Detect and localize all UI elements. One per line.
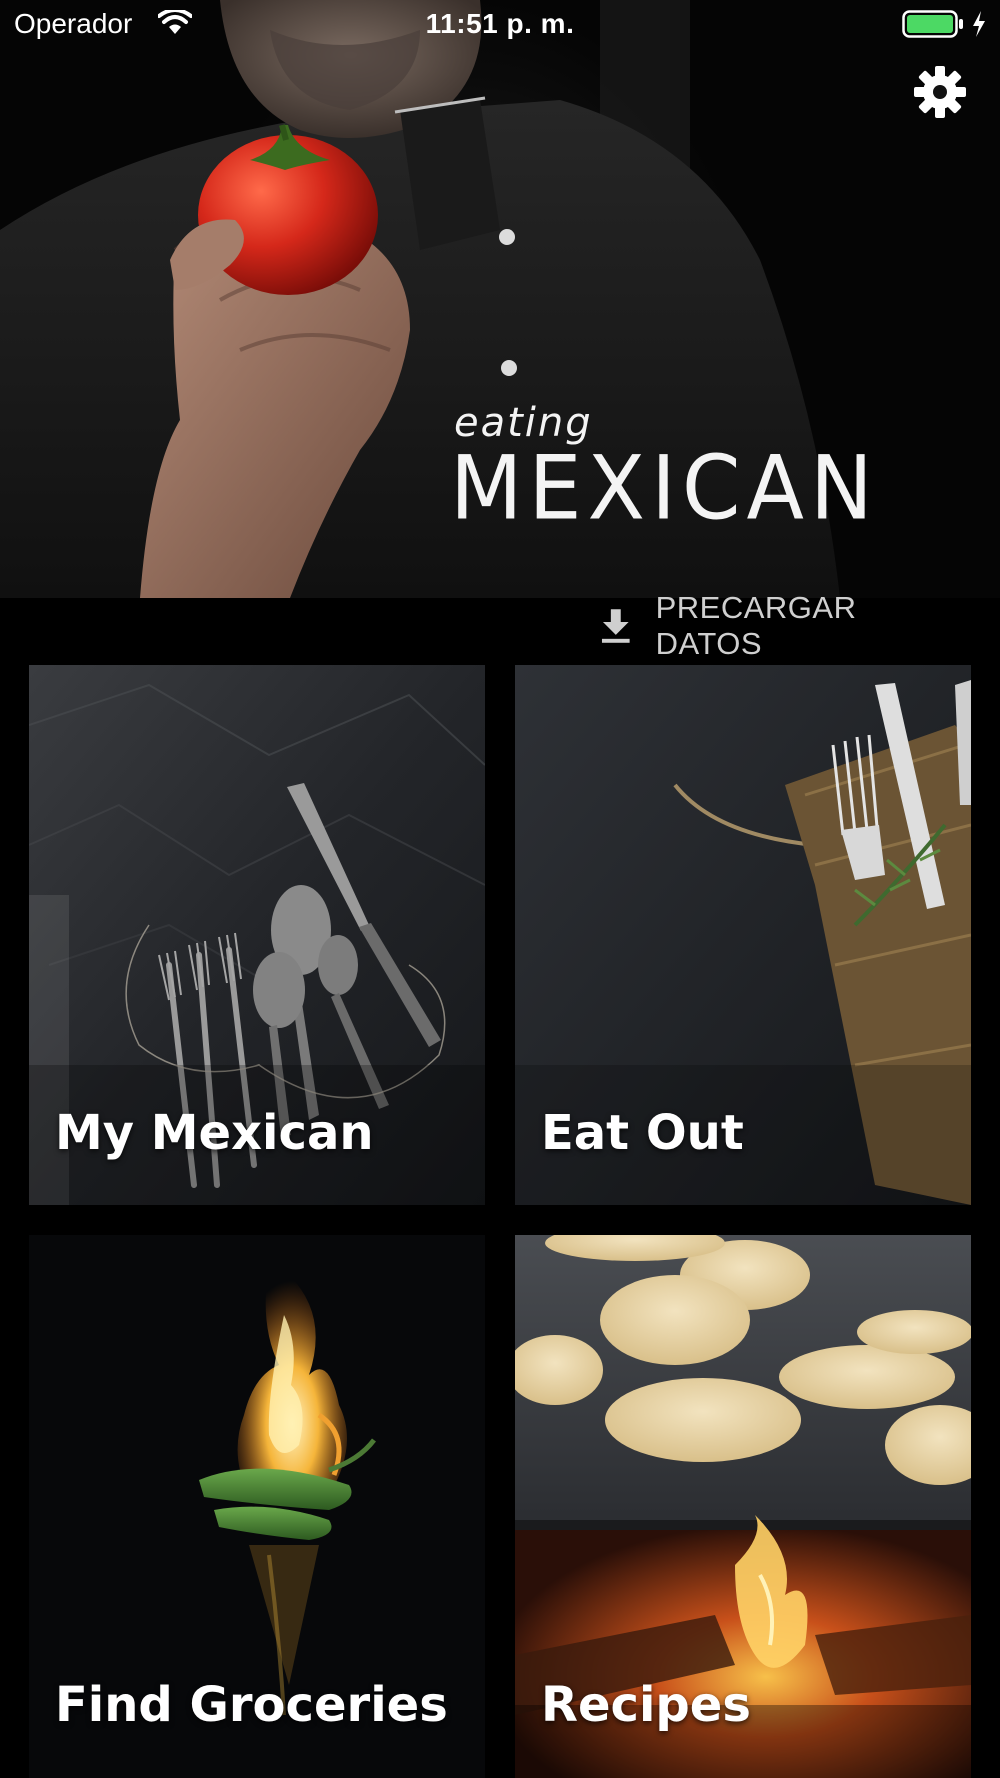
tile-label-my-mexican: My Mexican [55, 1105, 374, 1161]
tile-label-eat-out: Eat Out [541, 1105, 744, 1161]
preload-data-button[interactable]: PRECARGAR DATOS [600, 590, 968, 661]
preload-data-label: PRECARGAR DATOS [655, 590, 857, 661]
tile-my-mexican[interactable]: My Mexican [29, 665, 485, 1205]
logo-mexican-text: MEXICAN [450, 436, 879, 540]
tile-recipes[interactable]: Recipes [515, 1235, 971, 1778]
download-icon [601, 609, 630, 643]
settings-gear-icon[interactable] [912, 64, 968, 120]
tile-eat-out[interactable]: Eat Out [515, 665, 971, 1205]
status-time: 11:51 p. m. [425, 8, 575, 39]
tile-label-recipes: Recipes [541, 1677, 751, 1733]
status-bar: Operador 11:51 p. m. [0, 0, 1000, 50]
tile-find-groceries[interactable]: Find Groceries [29, 1235, 485, 1778]
charging-bolt-icon [973, 11, 985, 37]
app-logo: eating MEXICAN [450, 400, 930, 550]
battery-icon [902, 10, 963, 38]
tile-label-find-groceries: Find Groceries [55, 1677, 448, 1733]
